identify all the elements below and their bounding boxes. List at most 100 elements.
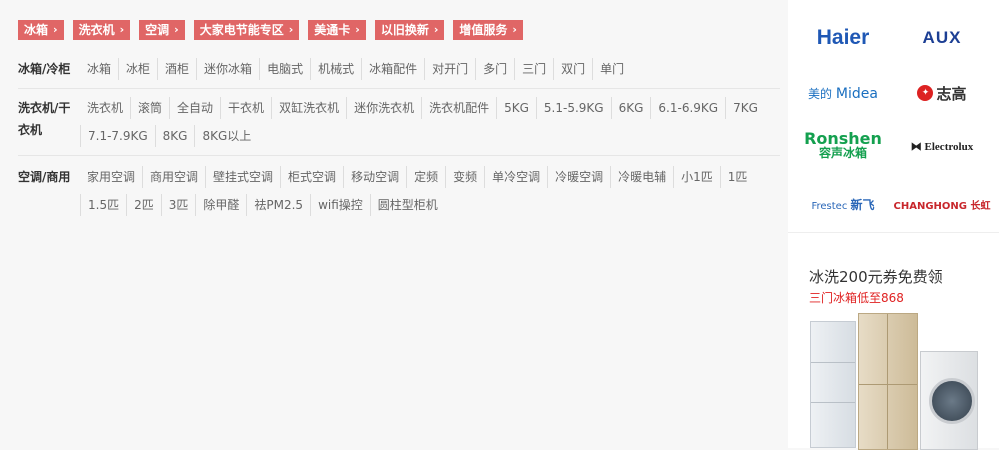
category-link[interactable]: 干衣机 [220,97,271,119]
category-link[interactable]: wifi操控 [310,194,370,216]
electrolux-logo: ⧓ Electrolux [911,140,973,153]
promo-title: 冰洗200元券免费领 [809,268,943,286]
category-link[interactable]: 6.1-6.9KG [650,97,725,119]
category-link[interactable]: 双缸洗衣机 [271,97,346,119]
promo-subtitle: 三门冰箱低至868 [809,291,904,305]
haier-logo: Haier [816,26,870,49]
brand-ronshen[interactable]: Ronshen 容声冰箱 [793,126,893,166]
row-items: 家用空调 商用空调 壁挂式空调 柜式空调 移动空调 定频 变频 单冷空调 冷暖空调 冷暖电辅 小1匹… [80,166,770,222]
category-link[interactable]: 除甲醛 [195,194,246,216]
category-link[interactable]: 5KG [496,97,536,119]
tag-aircon[interactable]: 空调 › [139,20,185,40]
category-link[interactable]: 冰箱 [80,58,118,80]
category-link[interactable]: 5.1-5.9KG [535,97,611,119]
aux-logo: AUX [922,28,962,47]
electrolux-text: Electrolux [924,140,974,153]
category-link[interactable]: 单冷空调 [484,166,547,188]
tag-label: 冰箱 [24,23,49,37]
row-title: 洗衣机/干衣机 [18,101,71,137]
brand-electrolux[interactable]: ⧓ Electrolux [892,126,992,166]
category-link[interactable]: 1.5匹 [80,194,126,216]
chevron-right-icon: › [288,23,294,36]
category-link[interactable]: 2匹 [126,194,161,216]
tag-energy-saving[interactable]: 大家电节能专区 › [193,20,300,40]
ronshen-logo: Ronshen 容声冰箱 [804,129,882,161]
midea-cn: 美的 [808,86,833,101]
chevron-right-icon: › [433,23,439,36]
row-items: 冰箱 冰柜 酒柜 迷你冰箱 电脑式 机械式 冰箱配件 对开门 多门 三门 双门 单门 [80,58,770,86]
category-link[interactable]: 小1匹 [673,166,720,188]
category-link[interactable]: 双门 [553,58,592,80]
brand-chigo[interactable]: ✦ 志高 [892,73,992,113]
category-row-washer: 洗衣机/干衣机 洗衣机 滚筒 全自动 干衣机 双缸洗衣机 迷你洗衣机 洗衣机配件 5KG 5.1… [18,97,778,153]
brand-haier[interactable]: Haier [793,18,893,58]
chevron-right-icon: › [119,23,125,36]
category-link[interactable]: 变频 [445,166,484,188]
row-title: 冰箱/冷柜 [18,62,71,76]
tag-label: 空调 [145,23,170,37]
category-link[interactable]: 电脑式 [259,58,310,80]
tag-washer[interactable]: 洗衣机 › [72,20,131,40]
category-panel: 冰箱 › 洗衣机 › 空调 › 大家电节能专区 › 美通卡 › 以旧换新 › 增值服务 › 冰… [0,0,788,448]
category-link[interactable]: 酒柜 [157,58,196,80]
category-link[interactable]: 洗衣机配件 [421,97,496,119]
row-items: 洗衣机 滚筒 全自动 干衣机 双缸洗衣机 迷你洗衣机 洗衣机配件 5KG 5.1-5.9KG 6K… [80,97,770,153]
category-link[interactable]: 移动空调 [343,166,406,188]
category-link[interactable]: 冷暖空调 [547,166,610,188]
category-link[interactable]: 全自动 [169,97,220,119]
category-link[interactable]: 对开门 [424,58,475,80]
category-link[interactable]: 8KG以上 [194,125,258,147]
brand-changhong[interactable]: CHANGHONG 长虹 [892,184,992,224]
category-link[interactable]: 6KG [610,97,651,119]
category-link[interactable]: 1匹 [719,166,755,188]
ronshen-en: Ronshen [804,129,882,148]
brand-aux[interactable]: AUX [892,18,992,58]
category-link[interactable]: 壁挂式空调 [205,166,280,188]
category-link[interactable]: 7KG [725,97,765,119]
frestec-en: Frestec [811,200,848,212]
tag-trade-in[interactable]: 以旧换新 › [374,20,445,40]
frestec-cn: 新飞 [850,197,875,212]
category-link[interactable]: 柜式空调 [280,166,343,188]
category-link[interactable]: 单门 [592,58,631,80]
category-link[interactable]: 冰柜 [118,58,157,80]
silver-fridge-image [810,321,856,448]
category-link[interactable]: 迷你洗衣机 [346,97,421,119]
category-link[interactable]: 滚筒 [130,97,169,119]
category-link[interactable]: 定频 [406,166,445,188]
brand-frestec[interactable]: Frestec 新飞 [793,184,893,224]
category-link[interactable]: 多门 [475,58,514,80]
category-link[interactable]: 祛PM2.5 [246,194,310,216]
brand-grid: Haier AUX 美的 Midea ✦ 志高 Ronshen 容声冰箱 ⧓ Ele… [788,0,999,232]
category-link[interactable]: 商用空调 [142,166,205,188]
midea-en: Midea [835,85,878,102]
tag-label: 大家电节能专区 [199,23,284,37]
tag-meitong-card[interactable]: 美通卡 › [308,20,366,40]
tag-label: 增值服务 [459,23,508,37]
changhong-logo: CHANGHONG 长虹 [893,200,991,212]
category-link[interactable]: 7.1-7.9KG [80,125,155,147]
tag-value-added[interactable]: 增值服务 › [453,20,523,40]
category-link[interactable]: 3匹 [160,194,196,216]
category-link[interactable]: 迷你冰箱 [196,58,259,80]
tag-fridge[interactable]: 冰箱 › [18,20,64,40]
category-link[interactable]: 冰箱配件 [361,58,424,80]
category-row-aircon: 空调/商用 家用空调 商用空调 壁挂式空调 柜式空调 移动空调 定频 变频 单冷空调 冷暖空调冷… [18,166,778,222]
category-link[interactable]: 家用空调 [80,166,142,188]
category-link[interactable]: 机械式 [310,58,361,80]
gold-fridge-image [858,313,918,450]
washing-machine-image [920,351,978,450]
row-title: 空调/商用 [18,170,71,184]
chigo-cn: 志高 [936,84,967,103]
chevron-right-icon: › [174,23,179,36]
tag-label: 以旧换新 [380,23,429,37]
brand-midea[interactable]: 美的 Midea [793,73,893,113]
frestec-logo: Frestec 新飞 [811,196,874,213]
category-link[interactable]: 三门 [514,58,553,80]
category-link[interactable]: 洗衣机 [80,97,130,119]
category-link[interactable]: 8KG [154,125,195,147]
category-link[interactable]: 圆柱型柜机 [369,194,445,216]
row-divider [18,155,780,156]
category-link[interactable]: 冷暖电辅 [610,166,673,188]
promo-banner[interactable]: 冰洗200元券免费领 三门冰箱低至868 [788,233,999,450]
